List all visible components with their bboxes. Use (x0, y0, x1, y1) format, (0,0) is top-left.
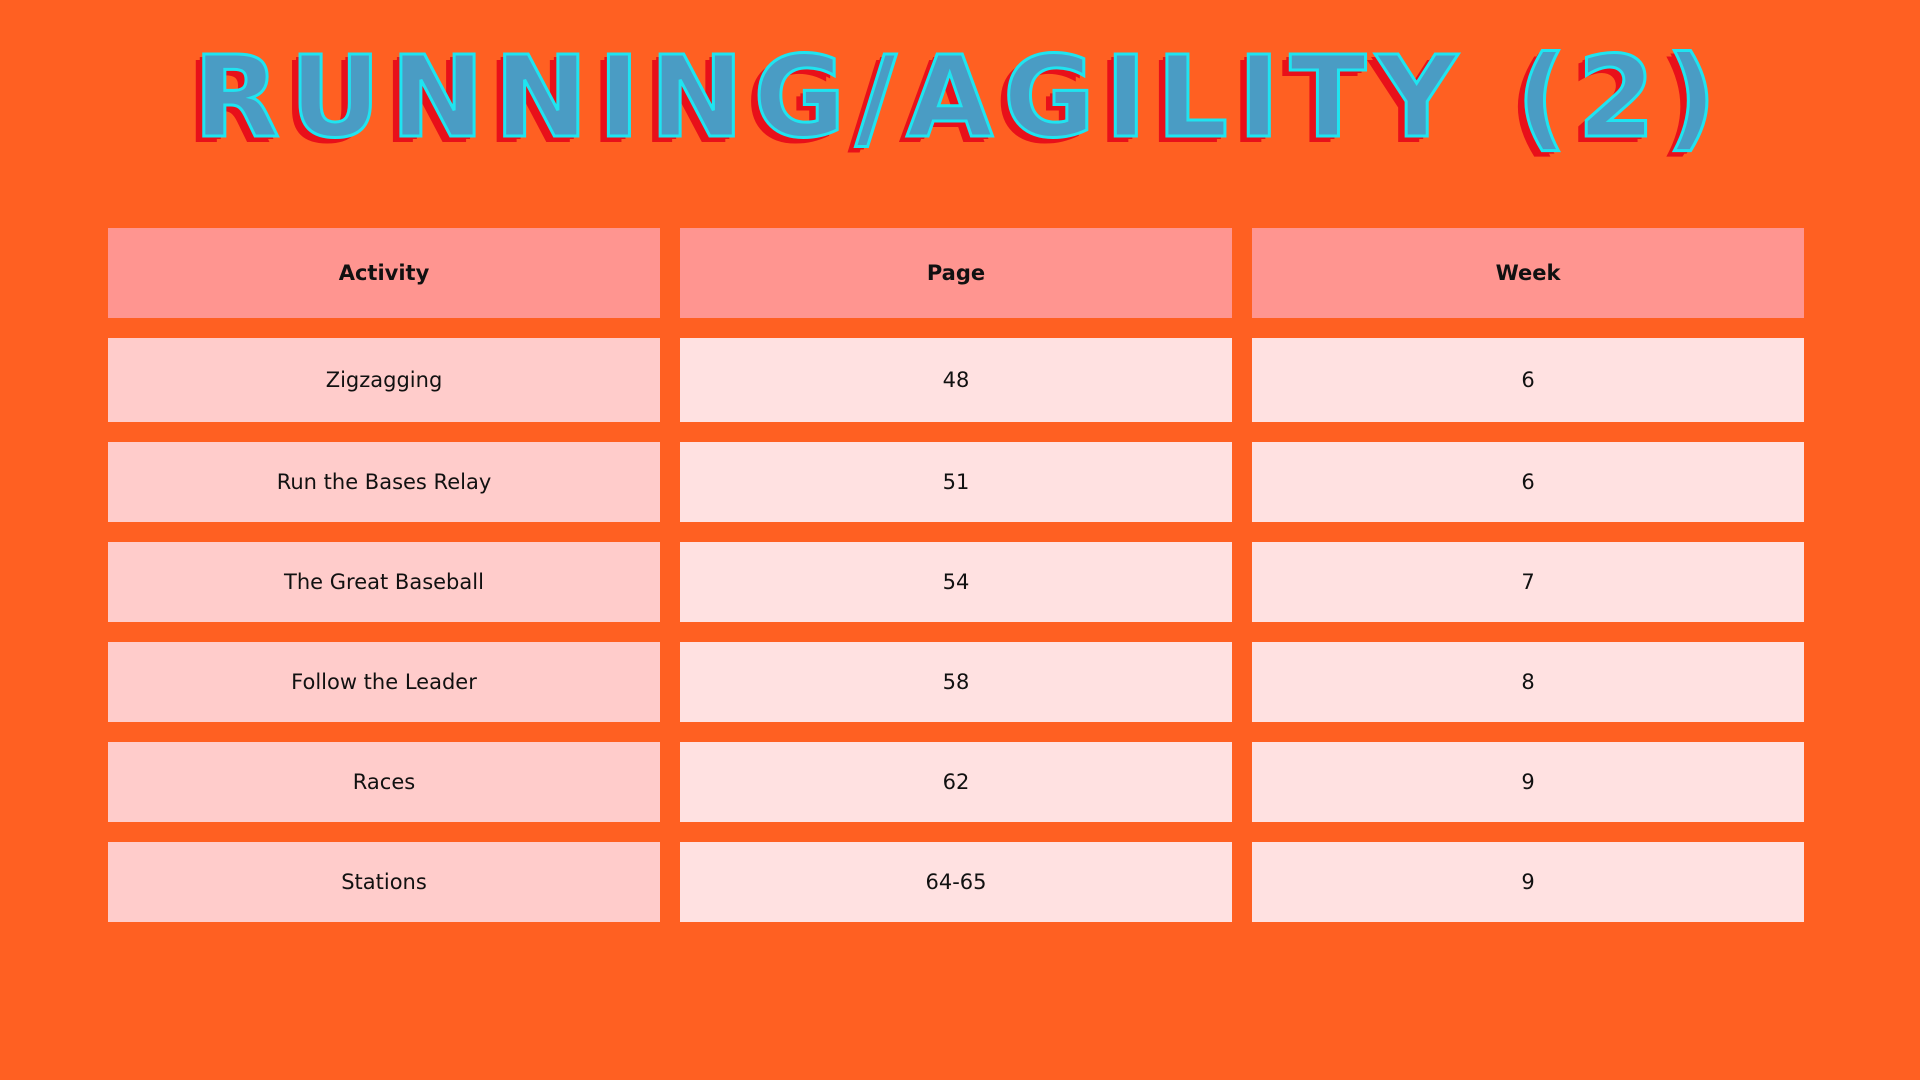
cell-activity: Zigzagging (108, 338, 660, 422)
cell-activity: The Great Baseball (108, 542, 660, 622)
cell-page: 48 (680, 338, 1232, 422)
cell-page: 51 (680, 442, 1232, 522)
cell-activity: Stations (108, 842, 660, 922)
cell-activity: Follow the Leader (108, 642, 660, 722)
cell-activity: Run the Bases Relay (108, 442, 660, 522)
cell-week: 8 (1252, 642, 1804, 722)
activity-table: Activity Page Week Zigzagging 48 6 Run t… (108, 228, 1804, 922)
header-page: Page (680, 228, 1232, 318)
page-title: Running/Agility (2) (192, 32, 1727, 165)
title-banner: Running/Agility (2) (0, 28, 1920, 168)
cell-page: 64-65 (680, 842, 1232, 922)
cell-week: 6 (1252, 338, 1804, 422)
cell-page: 54 (680, 542, 1232, 622)
header-activity: Activity (108, 228, 660, 318)
cell-week: 7 (1252, 542, 1804, 622)
header-week: Week (1252, 228, 1804, 318)
cell-week: 6 (1252, 442, 1804, 522)
cell-page: 58 (680, 642, 1232, 722)
cell-week: 9 (1252, 842, 1804, 922)
cell-week: 9 (1252, 742, 1804, 822)
cell-page: 62 (680, 742, 1232, 822)
cell-activity: Races (108, 742, 660, 822)
